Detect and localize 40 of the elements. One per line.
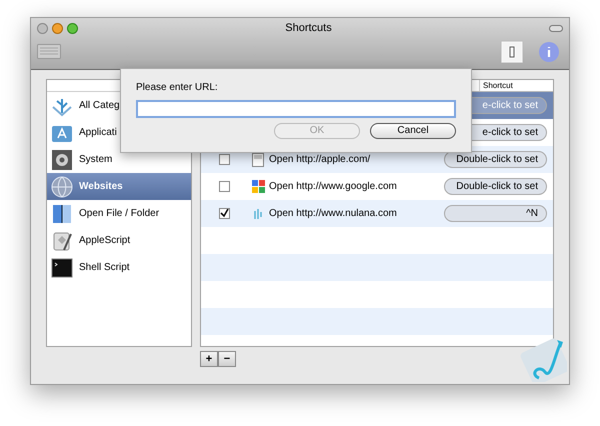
close-button[interactable] — [37, 22, 48, 34]
remove-button[interactable]: − — [218, 351, 236, 367]
scroll-icon — [51, 230, 73, 252]
squiggle-icon — [253, 207, 263, 220]
action-text: Open http://www.nulana.com — [269, 208, 397, 219]
category-item[interactable]: Websites — [47, 173, 191, 200]
page-icon — [252, 152, 264, 166]
category-item[interactable]: Open File / Folder — [47, 200, 191, 227]
terminal-icon — [51, 256, 73, 278]
shortcut-button[interactable]: ^N — [444, 205, 547, 222]
add-button[interactable]: + — [200, 351, 218, 367]
category-item[interactable]: Shell Script — [47, 254, 191, 281]
category-item[interactable]: AppleScript — [47, 227, 191, 254]
face-icon — [51, 202, 73, 224]
gear-icon — [51, 148, 73, 170]
tiles-icon — [252, 180, 264, 193]
dialog-button[interactable]: Cancel — [370, 123, 456, 139]
category-item[interactable]: All Categ — [47, 92, 191, 119]
switch-icon[interactable] — [501, 40, 523, 62]
action-text: Open http://apple.com/ — [269, 154, 370, 165]
checkbox[interactable] — [218, 154, 230, 165]
table-row[interactable]: Open http://www.nulana.com ^N — [201, 200, 553, 227]
zoom-button[interactable] — [67, 22, 78, 34]
checkbox[interactable] — [218, 208, 230, 219]
info-icon[interactable] — [539, 42, 559, 62]
url-input[interactable] — [136, 100, 456, 118]
shortcut-button[interactable]: Double-click to set — [444, 151, 547, 168]
window-title: Shortcuts — [284, 20, 333, 36]
action-text: Open http://www.google.com — [269, 181, 397, 192]
checkbox[interactable] — [218, 181, 230, 192]
category-item[interactable]: Applicati — [47, 119, 191, 146]
toolbar-toggle-button[interactable] — [549, 24, 563, 32]
url-label: Please enter URL: — [136, 81, 219, 95]
shortcut-button[interactable]: Double-click to set — [444, 178, 547, 195]
checkmark-icon — [220, 209, 228, 218]
column-header[interactable]: Shortcut — [479, 80, 553, 91]
keyboard-icon[interactable] — [37, 44, 61, 59]
minimize-button[interactable] — [52, 22, 63, 34]
category-item[interactable]: System — [47, 146, 191, 173]
globe-icon — [51, 176, 73, 198]
